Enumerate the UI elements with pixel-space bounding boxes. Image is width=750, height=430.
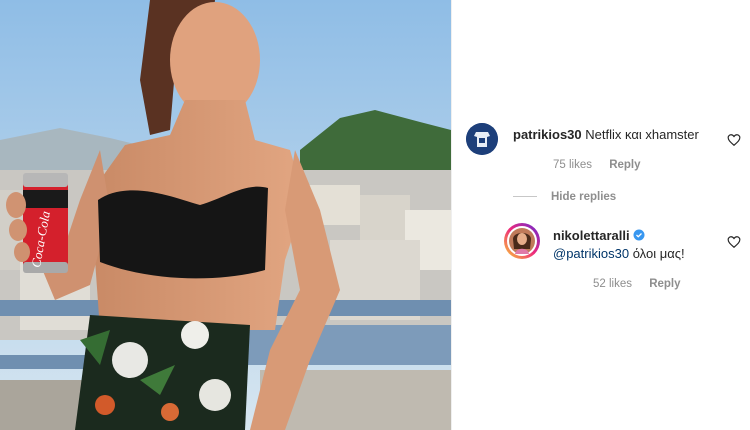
heart-icon[interactable] bbox=[727, 235, 741, 249]
reply-likes[interactable]: 52 likes bbox=[593, 278, 632, 290]
hide-replies-dash bbox=[513, 196, 537, 198]
comment-likes[interactable]: 75 likes bbox=[553, 159, 592, 171]
comment-text: Netflix και xhamster bbox=[585, 127, 699, 142]
comments-panel: patrikios30 Netflix και xhamster 75 like… bbox=[452, 0, 750, 430]
avatar-jersey-icon bbox=[466, 123, 498, 155]
reply-text-line: @patrikios30 όλοι μας! bbox=[553, 246, 685, 261]
reply-text: όλοι μας! bbox=[632, 246, 685, 261]
hide-replies-label: Hide replies bbox=[551, 191, 617, 203]
reply-reply-button[interactable]: Reply bbox=[649, 278, 680, 290]
comment-reply-button[interactable]: Reply bbox=[609, 159, 640, 171]
post-photo: Coca-Cola bbox=[0, 0, 451, 430]
heart-icon[interactable] bbox=[727, 133, 741, 147]
reply-avatar[interactable] bbox=[504, 223, 540, 259]
comment-meta: 75 likes Reply bbox=[553, 159, 655, 171]
reply-meta: 52 likes Reply bbox=[593, 278, 695, 290]
reply-username-line: nikolettaralli bbox=[553, 228, 645, 243]
reply-mention-link[interactable]: @patrikios30 bbox=[553, 246, 629, 261]
comment-username[interactable]: patrikios30 bbox=[513, 127, 582, 142]
reply-username[interactable]: nikolettaralli bbox=[553, 228, 630, 243]
avatar-story-ring-icon bbox=[507, 226, 537, 256]
commenter-avatar[interactable] bbox=[466, 123, 498, 155]
comment-text-line: patrikios30 Netflix και xhamster bbox=[513, 127, 699, 142]
verified-badge-icon bbox=[633, 229, 645, 241]
hide-replies-button[interactable]: Hide replies bbox=[513, 191, 616, 203]
